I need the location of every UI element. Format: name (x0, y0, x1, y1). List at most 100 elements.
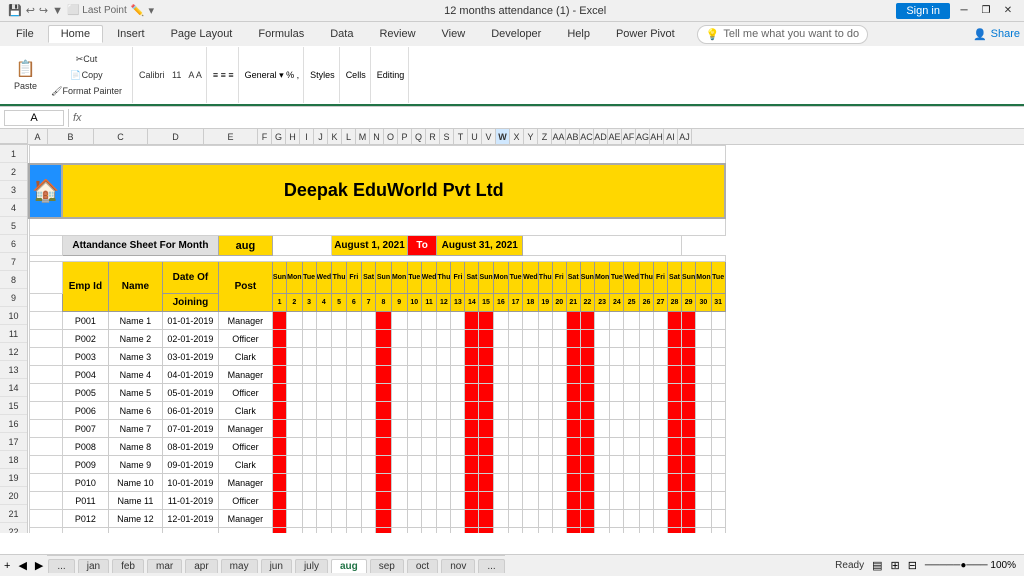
row-header-17: 17 (0, 433, 27, 451)
tab-home[interactable]: Home (48, 25, 103, 43)
ribbon: File Home Insert Page Layout Formulas Da… (0, 22, 1024, 107)
new-sheet-button[interactable]: + (4, 560, 10, 572)
sheet-tab-...[interactable]: ... (48, 559, 74, 573)
scroll-left-button[interactable]: ◀ (18, 559, 26, 572)
tab-insert[interactable]: Insert (105, 26, 157, 42)
tab-data[interactable]: Data (318, 26, 365, 42)
tab-page-layout[interactable]: Page Layout (159, 26, 245, 42)
tell-me-text: Tell me what you want to do (723, 28, 859, 40)
col-u: U (468, 129, 482, 144)
tab-review[interactable]: Review (367, 26, 427, 42)
lightbulb-icon: 💡 (706, 28, 720, 41)
more-icon[interactable]: ✏️ (131, 4, 145, 17)
share-label: Share (991, 28, 1020, 40)
filter-icon[interactable]: ▼ (52, 5, 63, 17)
quick-access-icon[interactable]: ▾ (148, 4, 154, 17)
close-button[interactable]: ✕ (1000, 3, 1016, 19)
sheet-tabs-container: + ◀ ▶ ... janfebmaraprmayjunjulyaugsepoct… (0, 555, 505, 576)
ribbon-tabs: File Home Insert Page Layout Formulas Da… (0, 22, 1024, 46)
col-ag: AG (636, 129, 650, 144)
window-title: 12 months attendance (1) - Excel (444, 5, 606, 17)
sheet-tab-apr[interactable]: apr (185, 559, 217, 573)
sheet-tab-aug[interactable]: aug (331, 559, 367, 573)
row-header-12: 12 (0, 343, 27, 361)
font-group: Calibri 11 A A (135, 47, 207, 103)
col-e: E (204, 129, 258, 144)
employee-row: P006Name 606-01-2019Clark (29, 402, 725, 420)
restore-button[interactable]: ❐ (978, 3, 994, 19)
bottom-bar: + ◀ ▶ ... janfebmaraprmayjunjulyaugsepoct… (0, 554, 1024, 576)
undo-icon[interactable]: ↩ (26, 4, 35, 17)
share-button[interactable]: 👤 Share (973, 28, 1020, 41)
normal-view-button[interactable]: ▤ (872, 559, 882, 572)
sheet-tab-may[interactable]: may (221, 559, 258, 573)
tab-view[interactable]: View (430, 26, 478, 42)
titlebar: 💾 ↩ ↪ ▼ ⬜ Last Point ✏️ ▾ 12 months atte… (0, 0, 1024, 22)
sheet-content[interactable]: 🏠Deepak EduWorld Pvt LtdAttandance Sheet… (28, 145, 1024, 533)
corner-cell[interactable] (0, 129, 28, 144)
row-6: Attandance Sheet For MonthaugAugust 1, 2… (29, 236, 725, 256)
employee-row: P001Name 101-01-2019Manager (29, 312, 725, 330)
tab-power-pivot[interactable]: Power Pivot (604, 26, 687, 42)
sheet-tab-july[interactable]: july (295, 559, 328, 573)
editing-group: Editing (373, 47, 410, 103)
cell-reference-input[interactable] (4, 110, 64, 126)
sheet-tabs: ... janfebmaraprmayjunjulyaugsepoctnov... (47, 555, 504, 576)
sheet-tab-...[interactable]: ... (478, 559, 504, 573)
tab-help[interactable]: Help (555, 26, 602, 42)
col-f: F (258, 129, 272, 144)
status-text: Ready (835, 560, 864, 571)
cut-button[interactable]: ✂Cut (45, 52, 128, 67)
formula-input[interactable] (86, 112, 1020, 124)
employee-row: P013Name 1313-01-2019Officer (29, 528, 725, 534)
col-o: O (384, 129, 398, 144)
page-break-button[interactable]: ⊟ (908, 559, 917, 572)
sheet-tab-oct[interactable]: oct (407, 559, 438, 573)
row-header-20: 20 (0, 487, 27, 505)
row-header-15: 15 (0, 397, 27, 415)
row-header-1: 1 (0, 145, 27, 163)
row-header-7: 7 (0, 253, 27, 271)
redo-icon[interactable]: ↪ (39, 4, 48, 17)
col-n: N (370, 129, 384, 144)
tab-file[interactable]: File (4, 26, 46, 42)
sign-in-button[interactable]: Sign in (896, 3, 950, 19)
sheet-tab-mar[interactable]: mar (147, 559, 182, 573)
employee-row: P008Name 808-01-2019Officer (29, 438, 725, 456)
sheet-tab-feb[interactable]: feb (112, 559, 144, 573)
titlebar-left: 💾 ↩ ↪ ▼ ⬜ Last Point ✏️ ▾ (8, 4, 154, 17)
col-k: K (328, 129, 342, 144)
zoom-slider[interactable]: ─────●─── 100% (925, 560, 1016, 571)
col-l: L (342, 129, 356, 144)
row-header-8: 8 (0, 271, 27, 289)
col-aa: AA (552, 129, 566, 144)
tab-formulas[interactable]: Formulas (246, 26, 316, 42)
sheet-tab-sep[interactable]: sep (370, 559, 404, 573)
sheet-tab-jun[interactable]: jun (261, 559, 292, 573)
styles-group: Styles (306, 47, 340, 103)
formula-bar: fx (0, 107, 1024, 129)
last-point-label: ⬜ Last Point (67, 5, 127, 16)
page-layout-button[interactable]: ⊞ (890, 559, 899, 572)
minimize-button[interactable]: ─ (956, 3, 972, 19)
col-a: A (28, 129, 48, 144)
tab-developer[interactable]: Developer (479, 26, 553, 42)
save-icon[interactable]: 💾 (8, 4, 22, 17)
row-header-5: 5 (0, 217, 27, 235)
col-d: D (148, 129, 204, 144)
paste-button[interactable]: 📋Paste (8, 57, 43, 93)
status-right: Ready ▤ ⊞ ⊟ ─────●─── 100% (827, 559, 1024, 572)
copy-button[interactable]: 📄Copy (45, 68, 128, 83)
row-header-19: 19 (0, 469, 27, 487)
scroll-right-button[interactable]: ▶ (35, 559, 43, 572)
table-body: 🏠Deepak EduWorld Pvt LtdAttandance Sheet… (29, 146, 725, 534)
row-header-9: 9 (0, 289, 27, 307)
col-ah: AH (650, 129, 664, 144)
row-header-21: 21 (0, 505, 27, 523)
format-painter-button[interactable]: 🖌Format Painter (45, 84, 128, 99)
sheet-tab-nov[interactable]: nov (441, 559, 475, 573)
sheet-tab-jan[interactable]: jan (78, 559, 109, 573)
col-p: P (398, 129, 412, 144)
employee-row: P010Name 1010-01-2019Manager (29, 474, 725, 492)
tell-me-bar[interactable]: 💡 Tell me what you want to do (697, 25, 868, 44)
